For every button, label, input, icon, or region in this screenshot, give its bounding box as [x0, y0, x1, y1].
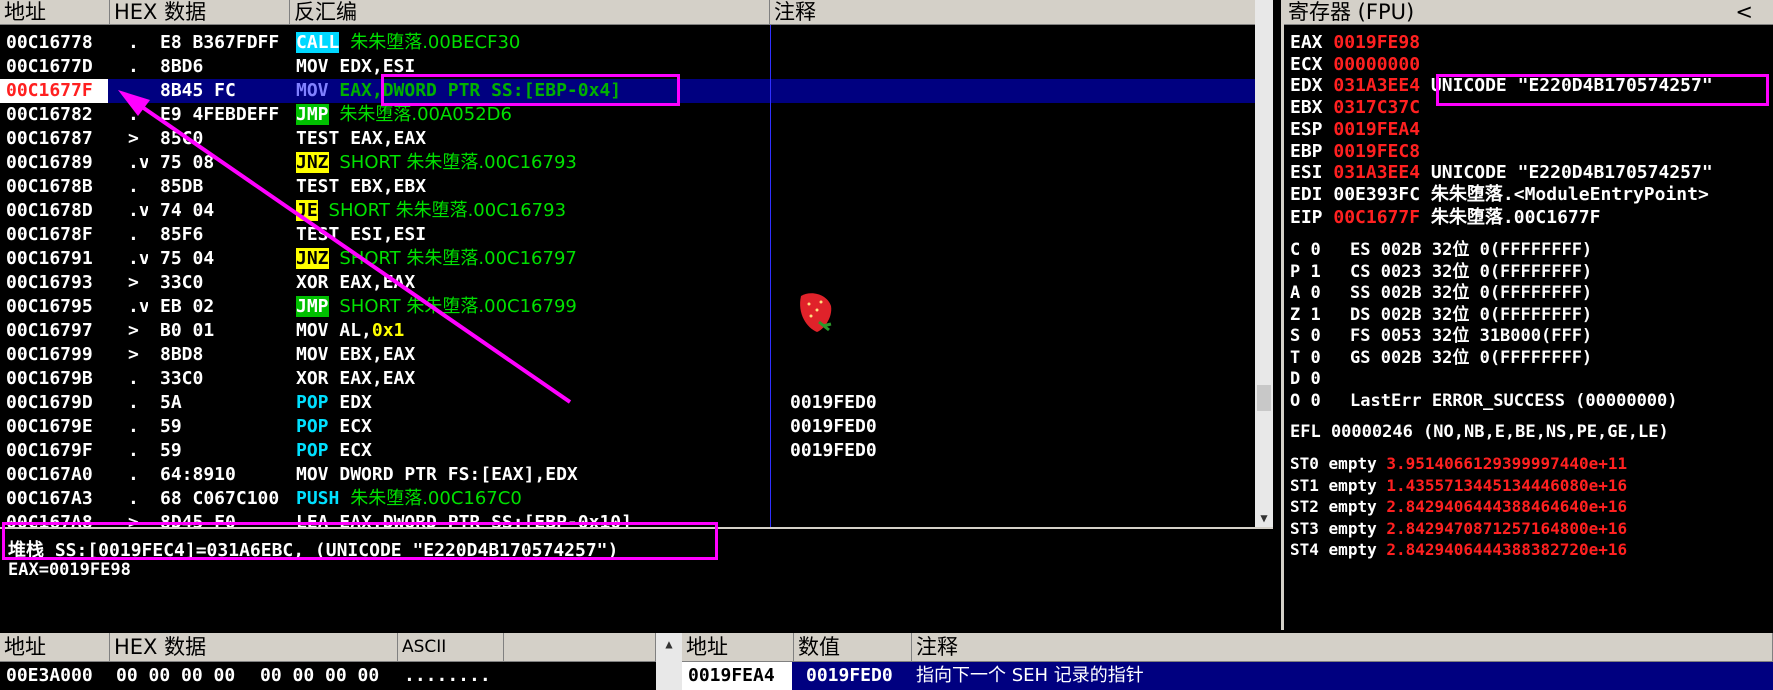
annotation-arrow [118, 90, 572, 404]
